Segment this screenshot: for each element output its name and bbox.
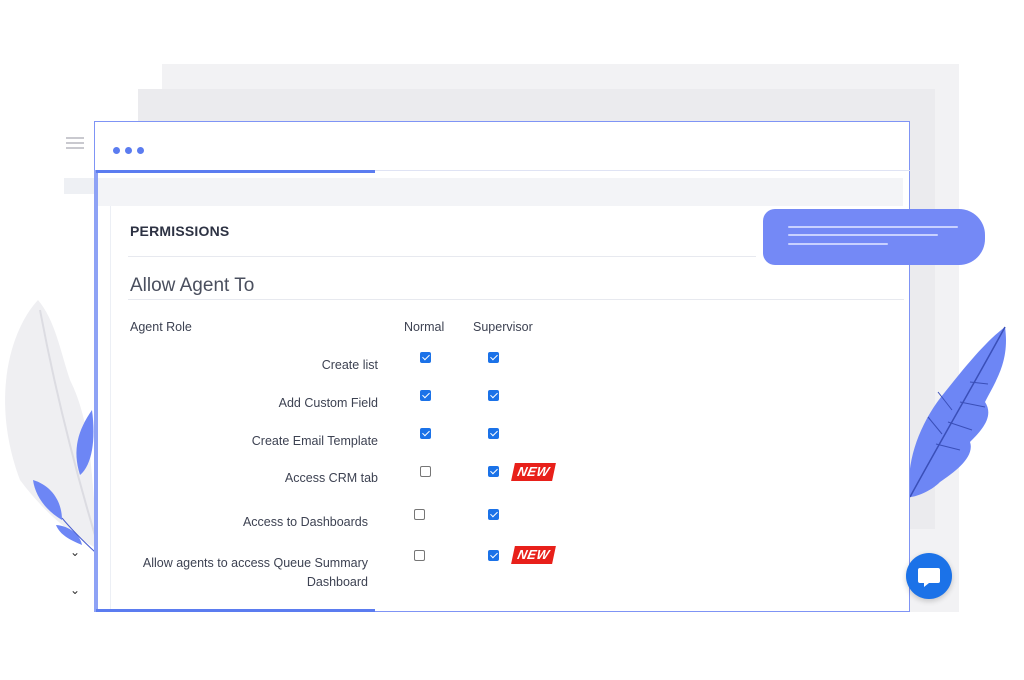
chevron-down-icon[interactable]: ⌄ [70,583,80,597]
normal-checkbox-add-custom-field[interactable] [420,390,431,401]
window-titlebar [94,121,910,171]
chat-bubble-icon [918,568,940,587]
supervisor-checkbox-queue-summary[interactable] [488,550,499,561]
header-strip [98,178,903,206]
permission-label-queue-summary-line2: Dashboard [306,575,368,589]
new-badge: NEW [511,463,556,481]
normal-checkbox-access-crm-tab[interactable] [420,466,431,477]
permission-label-access-to-dashboards: Access to Dashboards [242,515,368,529]
chat-button[interactable] [906,553,952,599]
normal-checkbox-queue-summary[interactable] [414,550,425,561]
permission-label-add-custom-field: Add Custom Field [278,396,378,410]
permission-label-create-email-template: Create Email Template [251,434,378,448]
supervisor-checkbox-access-to-dashboards[interactable] [488,509,499,520]
supervisor-checkbox-add-custom-field[interactable] [488,390,499,401]
supervisor-checkbox-access-crm-tab[interactable] [488,466,499,477]
normal-checkbox-create-list[interactable] [420,352,431,363]
divider [128,256,756,257]
leaf-illustration-right [909,326,1006,498]
permissions-panel [110,206,904,610]
section-title: PERMISSIONS [130,223,230,239]
header-agent-role: Agent Role [130,320,192,334]
accent-border [96,170,375,173]
supervisor-checkbox-create-list[interactable] [488,352,499,363]
permission-label-create-list: Create list [321,358,378,372]
permission-label-queue-summary: Allow agents to access Queue Summary [142,556,368,570]
permission-label-access-crm-tab: Access CRM tab [284,471,378,485]
ellipsis-icon[interactable] [113,141,149,159]
sidebar-bar [64,178,98,194]
chevron-down-icon[interactable]: ⌄ [70,545,80,559]
hamburger-icon[interactable] [66,137,84,149]
normal-checkbox-access-to-dashboards[interactable] [414,509,425,520]
header-supervisor: Supervisor [473,320,533,334]
divider [128,299,904,300]
header-normal: Normal [404,320,445,334]
decorative-pill [763,209,985,265]
accent-border [94,170,98,612]
accent-border [96,609,375,612]
normal-checkbox-create-email-template[interactable] [420,428,431,439]
section-subtitle: Allow Agent To [130,275,255,296]
supervisor-checkbox-create-email-template[interactable] [488,428,499,439]
new-badge: NEW [511,546,556,564]
